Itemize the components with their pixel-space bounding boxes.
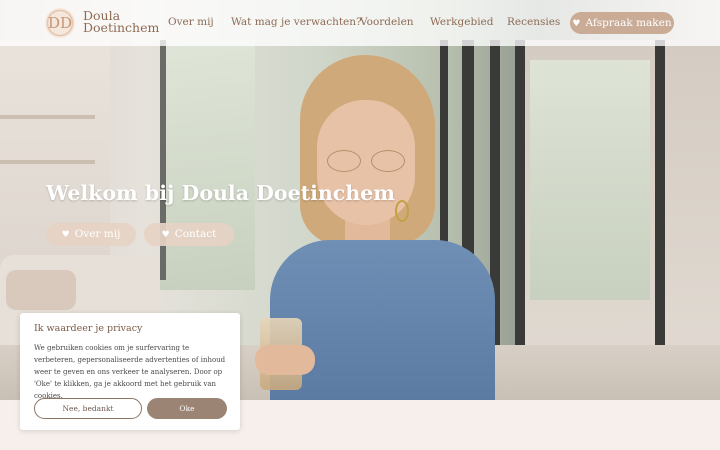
logo-letters: DD: [47, 14, 73, 32]
portrait-glasses: [327, 150, 407, 172]
afspraak-maken-button[interactable]: ♥ Afspraak maken: [570, 12, 674, 34]
nav-item-wat-mag-je-verwachten[interactable]: Wat mag je verwachten?: [231, 16, 362, 28]
heart-icon: ♥: [161, 230, 170, 240]
contact-button[interactable]: ♥ Contact: [144, 223, 234, 246]
cta-label: Afspraak maken: [585, 17, 672, 29]
site-header: DD Doula Doetinchem Over mij Wat mag je …: [0, 0, 720, 46]
cookie-text: We gebruiken cookies om je surfervaring …: [34, 344, 226, 400]
over-mij-label: Over mij: [74, 228, 121, 240]
over-mij-button[interactable]: ♥ Over mij: [46, 223, 136, 246]
logo-icon[interactable]: DD: [45, 8, 75, 38]
background-cushion: [6, 270, 76, 310]
contact-label: Contact: [174, 228, 217, 240]
nav-item-over-mij[interactable]: Over mij: [168, 16, 214, 28]
nav-item-recensies[interactable]: Recensies: [507, 16, 560, 28]
cookie-title: Ik waardeer je privacy: [34, 323, 143, 334]
brand-line-2: Doetinchem: [83, 20, 160, 35]
cookie-decline-button[interactable]: Nee, bedankt: [34, 398, 142, 419]
nav-item-werkgebied[interactable]: Werkgebied: [430, 16, 493, 28]
cookie-accept-button[interactable]: Oke: [147, 398, 227, 419]
nav-item-voordelen[interactable]: Voordelen: [360, 16, 414, 28]
background-window: [530, 60, 650, 300]
background-shelf: [0, 160, 95, 164]
heart-icon: ♥: [61, 230, 70, 240]
portrait-shirt: [270, 240, 495, 400]
hero-title: Welkom bij Doula Doetinchem: [46, 181, 395, 205]
cookie-banner: Ik waardeer je privacy We gebruiken cook…: [20, 313, 240, 430]
hero-portrait: [255, 55, 495, 400]
portrait-hand: [255, 345, 315, 375]
background-shelf: [0, 115, 95, 119]
portrait-earring: [395, 200, 409, 222]
brand-name[interactable]: Doula Doetinchem: [83, 9, 160, 35]
background-window: [160, 40, 255, 290]
heart-icon: ♥: [572, 19, 581, 29]
